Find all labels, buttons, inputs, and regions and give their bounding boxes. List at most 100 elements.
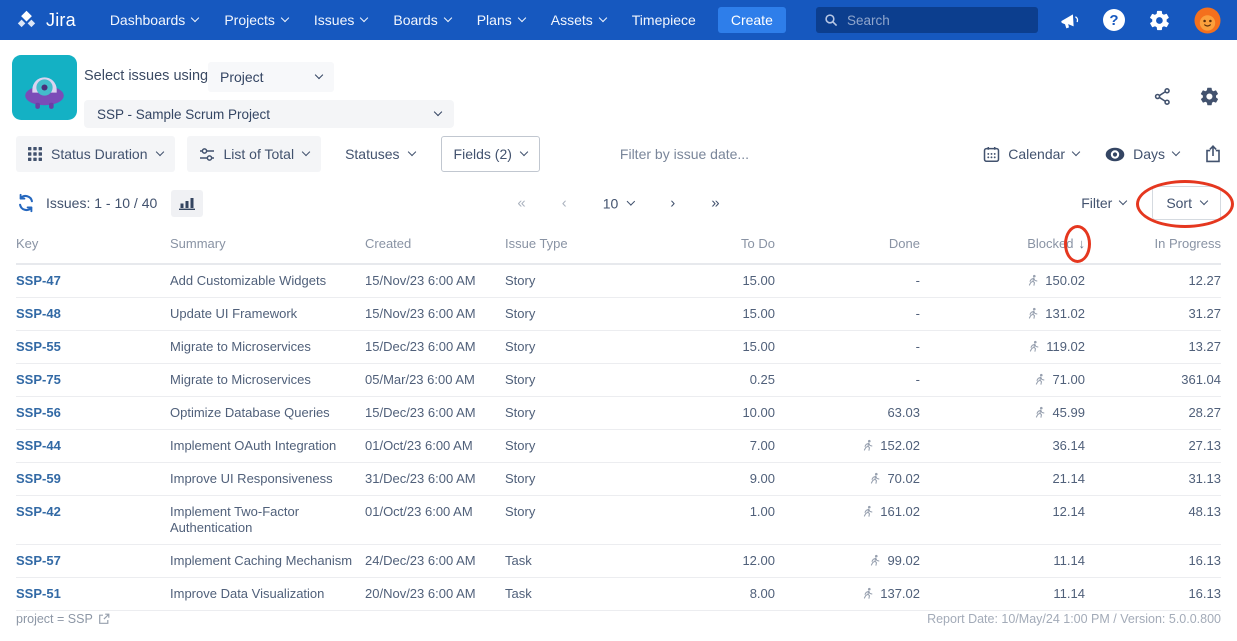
- table-row: SSP-56 Optimize Database Queries 15/Dec/…: [16, 397, 1221, 430]
- chevron-down-icon: [520, 148, 528, 156]
- calendar-icon: [983, 146, 1000, 163]
- help-icon[interactable]: ?: [1103, 9, 1125, 31]
- issue-type-cell: Story: [505, 364, 650, 397]
- statuses-label: Statuses: [345, 146, 399, 162]
- project-select[interactable]: SSP - Sample Scrum Project: [84, 100, 454, 128]
- column-header-key[interactable]: Key: [16, 228, 170, 264]
- issue-key-link[interactable]: SSP-56: [16, 405, 61, 420]
- grid-icon: [28, 147, 42, 161]
- issue-created-cell: 31/Dec/23 6:00 AM: [365, 463, 505, 496]
- runner-icon: [868, 472, 881, 485]
- runner-icon: [1033, 406, 1046, 419]
- issue-key-link[interactable]: SSP-57: [16, 553, 61, 568]
- issue-key-link[interactable]: SSP-55: [16, 339, 61, 354]
- issue-blocked-cell: 21.14: [920, 463, 1085, 496]
- issue-blocked-cell: 11.14: [920, 545, 1085, 578]
- nav-menu-item[interactable]: Issues: [314, 12, 367, 28]
- issue-blocked-cell: 131.02: [920, 298, 1085, 331]
- sort-button[interactable]: Sort: [1152, 186, 1221, 220]
- statuses-dropdown[interactable]: Statuses: [333, 136, 426, 172]
- issue-key-link[interactable]: SSP-59: [16, 471, 61, 486]
- nav-menu-item[interactable]: Dashboards: [110, 12, 199, 28]
- column-header-blocked[interactable]: Blocked↓: [920, 228, 1085, 264]
- pagination-next[interactable]: ›: [670, 195, 675, 212]
- search-input[interactable]: [845, 12, 1030, 29]
- announcement-icon[interactable]: [1058, 10, 1080, 30]
- days-label: Days: [1133, 146, 1165, 162]
- issue-in-progress-cell: 361.04: [1085, 364, 1221, 397]
- pagination-last[interactable]: »: [711, 195, 719, 212]
- issue-todo-cell: 9.00: [650, 463, 775, 496]
- toolbar-right-group: Calendar Days: [983, 145, 1221, 163]
- column-header-todo[interactable]: To Do: [650, 228, 775, 264]
- gadget-ufo-icon: [12, 55, 77, 120]
- nav-menu-item[interactable]: Boards: [393, 12, 450, 28]
- external-link-icon[interactable]: [98, 613, 110, 625]
- issue-type-cell: Story: [505, 397, 650, 430]
- nav-item-label: Projects: [224, 12, 275, 28]
- sort-direction-arrow-icon[interactable]: ↓: [1079, 236, 1086, 251]
- issue-done-cell: 99.02: [775, 545, 920, 578]
- issue-blocked-cell: 36.14: [920, 430, 1085, 463]
- fields-dropdown[interactable]: Fields (2): [441, 136, 540, 172]
- issue-blocked-cell: 150.02: [920, 264, 1085, 298]
- issue-todo-cell: 15.00: [650, 331, 775, 364]
- column-header-summary[interactable]: Summary: [170, 228, 365, 264]
- sliders-icon: [199, 147, 215, 162]
- issue-summary-cell: Improve Data Visualization: [170, 578, 365, 611]
- column-header-created[interactable]: Created: [365, 228, 505, 264]
- issue-key-link[interactable]: SSP-47: [16, 273, 61, 288]
- share-icon[interactable]: [1153, 87, 1172, 106]
- issue-type-cell: Story: [505, 463, 650, 496]
- issue-in-progress-cell: 16.13: [1085, 545, 1221, 578]
- chart-view-button[interactable]: [171, 190, 203, 217]
- nav-menu-item[interactable]: Plans: [477, 12, 525, 28]
- issue-date-filter[interactable]: Filter by issue date...: [620, 146, 749, 162]
- issue-key-link[interactable]: SSP-75: [16, 372, 61, 387]
- user-avatar[interactable]: [1194, 7, 1221, 34]
- status-duration-button[interactable]: Status Duration: [16, 136, 175, 172]
- issue-created-cell: 01/Oct/23 6:00 AM: [365, 496, 505, 545]
- column-header-done[interactable]: Done: [775, 228, 920, 264]
- issue-created-cell: 15/Nov/23 6:00 AM: [365, 298, 505, 331]
- chevron-down-icon: [1172, 148, 1180, 156]
- issue-blocked-cell: 12.14: [920, 496, 1085, 545]
- issue-in-progress-cell: 16.13: [1085, 578, 1221, 611]
- nav-menu-item[interactable]: Projects: [224, 12, 288, 28]
- issue-source-select[interactable]: Project: [208, 62, 334, 92]
- gear-icon[interactable]: [1148, 9, 1171, 32]
- issues-count-label: Issues: 1 - 10 / 40: [46, 195, 157, 211]
- issue-key-link[interactable]: SSP-48: [16, 306, 61, 321]
- issue-type-cell: Task: [505, 578, 650, 611]
- report-settings-gear-icon[interactable]: [1199, 86, 1220, 107]
- page-size-select[interactable]: 10: [603, 195, 635, 211]
- issue-summary-cell: Implement Two-Factor Authentication: [170, 496, 365, 545]
- issues-bar-right-group: Filter Sort: [1081, 186, 1221, 220]
- export-icon[interactable]: [1205, 145, 1221, 163]
- issue-created-cell: 15/Dec/23 6:00 AM: [365, 397, 505, 430]
- issue-key-link[interactable]: SSP-44: [16, 438, 61, 453]
- issue-summary-cell: Migrate to Microservices: [170, 364, 365, 397]
- jira-home-link[interactable]: Jira: [14, 8, 76, 33]
- nav-menu-item[interactable]: Assets: [551, 12, 606, 28]
- search-box[interactable]: [816, 7, 1038, 33]
- filter-dropdown[interactable]: Filter: [1081, 195, 1126, 211]
- days-unit-dropdown[interactable]: Days: [1105, 146, 1179, 162]
- column-header-in-progress[interactable]: In Progress: [1085, 228, 1221, 264]
- pagination: « ‹ 10 › »: [517, 195, 719, 212]
- table-row: SSP-42 Implement Two-Factor Authenticati…: [16, 496, 1221, 545]
- calendar-dropdown[interactable]: Calendar: [983, 146, 1079, 163]
- filter-label: Filter: [1081, 195, 1112, 211]
- create-button[interactable]: Create: [718, 7, 786, 33]
- nav-menu-item[interactable]: Timepiece: [632, 12, 696, 28]
- issue-key-link[interactable]: SSP-42: [16, 504, 61, 519]
- chevron-down-icon: [315, 71, 323, 79]
- runner-icon: [1026, 274, 1039, 287]
- refresh-button[interactable]: [16, 193, 36, 213]
- column-header-issue-type[interactable]: Issue Type: [505, 228, 650, 264]
- pagination-prev[interactable]: ‹: [562, 195, 567, 212]
- list-of-total-button[interactable]: List of Total: [187, 136, 322, 172]
- chevron-down-icon: [443, 14, 451, 22]
- issue-key-link[interactable]: SSP-51: [16, 586, 61, 601]
- pagination-first[interactable]: «: [517, 195, 525, 212]
